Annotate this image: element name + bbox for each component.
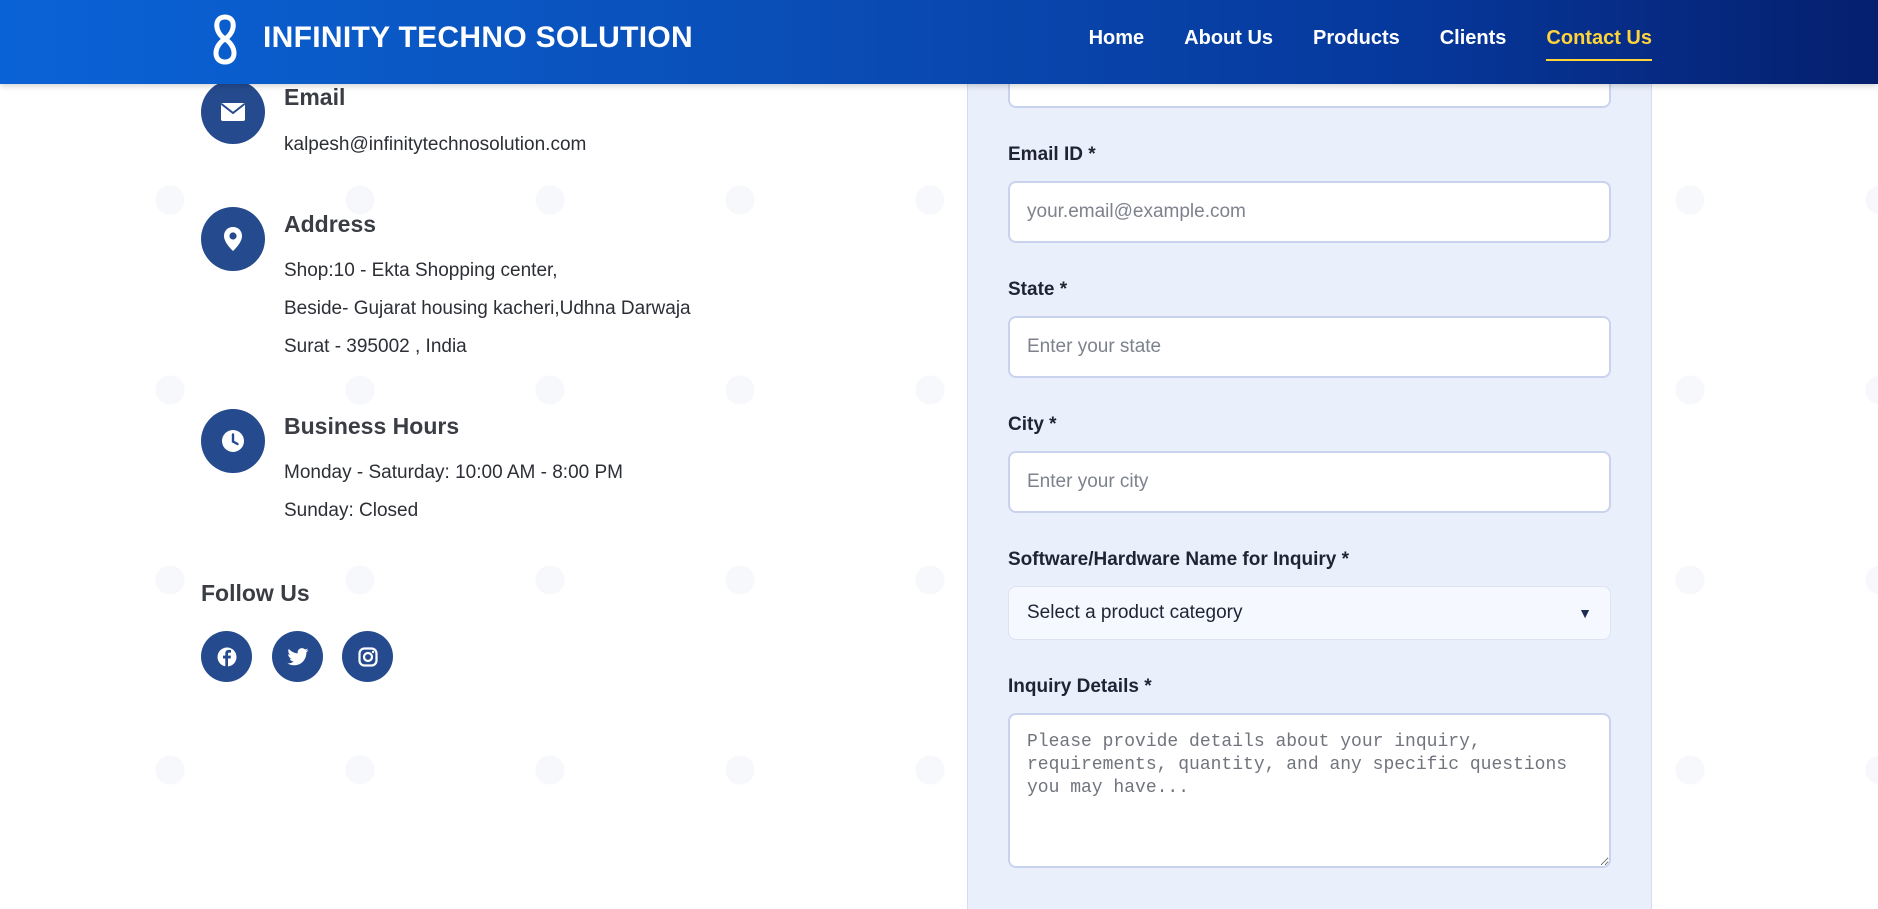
hours-title: Business Hours [284,413,460,439]
nav-products[interactable]: Products [1313,25,1400,61]
inquiry-details-label: Inquiry Details * [1008,676,1152,697]
city-input[interactable] [1008,451,1611,513]
instagram-icon[interactable] [342,631,393,682]
nav-about-us[interactable]: About Us [1184,25,1273,61]
nav-clients[interactable]: Clients [1440,25,1507,61]
address-title: Address [284,211,377,237]
infinity-8-logo-icon[interactable] [208,12,242,66]
main-nav: Home About Us Products Clients Contact U… [1089,25,1652,61]
state-label: State * [1008,279,1068,300]
brand-name[interactable]: INFINITY TECHNO SOLUTION [263,20,693,56]
address-line-1: Shop:10 - Ekta Shopping center, [284,260,558,281]
product-category-label: Software/Hardware Name for Inquiry * [1008,549,1350,570]
product-category-select[interactable]: Select a product category ▼ [1008,586,1611,640]
envelope-icon [201,80,265,144]
nav-home[interactable]: Home [1089,25,1145,61]
product-category-value: Select a product category [1027,602,1243,623]
email-address[interactable]: kalpesh@infinitytechnosolution.com [284,134,586,156]
state-input[interactable] [1008,316,1611,378]
twitter-icon[interactable] [272,631,323,682]
address-line-3: Surat - 395002 , India [284,336,467,357]
location-pin-icon [201,207,265,271]
site-header: INFINITY TECHNO SOLUTION Home About Us P… [0,0,1878,84]
nav-contact-us[interactable]: Contact Us [1546,25,1652,61]
email-title: Email [284,84,346,110]
facebook-icon[interactable] [201,631,252,682]
hours-sunday: Sunday: Closed [284,500,419,521]
clock-icon [201,409,265,473]
email-id-label: Email ID * [1008,144,1096,165]
address-line-2: Beside- Gujarat housing kacheri,Udhna Da… [284,298,691,319]
follow-us-title: Follow Us [201,580,310,606]
chevron-down-icon: ▼ [1578,605,1592,621]
email-id-input[interactable] [1008,181,1611,243]
inquiry-details-textarea[interactable] [1008,713,1611,868]
city-label: City * [1008,414,1057,435]
hours-weekdays: Monday - Saturday: 10:00 AM - 8:00 PM [284,462,624,483]
